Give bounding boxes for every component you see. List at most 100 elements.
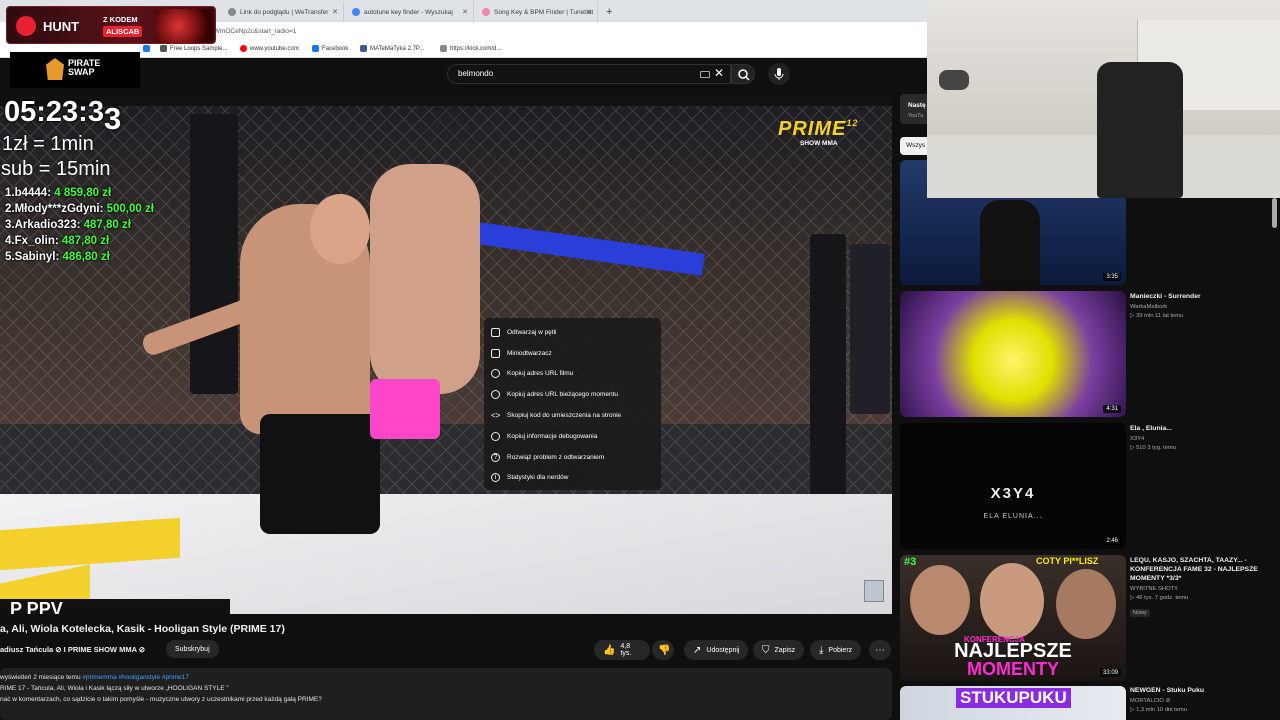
menu-item-debug-info[interactable]: Kopiuj informacje debugowania bbox=[484, 426, 661, 447]
menu-item-embed-code[interactable]: <> Skopiuj kod do umieszczenia na stronie bbox=[484, 405, 661, 426]
youtube-icon bbox=[240, 45, 247, 52]
link-icon bbox=[491, 369, 500, 379]
dislike-button[interactable]: 👎 bbox=[652, 640, 674, 660]
video-duration: 3:35 bbox=[1103, 273, 1121, 281]
bookmark[interactable] bbox=[143, 45, 150, 52]
save-button[interactable]: ⛉ Zapisz bbox=[753, 640, 805, 660]
bookmark[interactable]: MATeMaTyka 2.7P... bbox=[360, 45, 424, 52]
thumbs-down-icon: 👎 bbox=[658, 644, 671, 656]
menu-item-miniplayer[interactable]: Miniodtwarzacz bbox=[484, 343, 661, 364]
hunt-banner: HUNT Z KODEM ALISCAB bbox=[6, 6, 216, 44]
recommendation-thumbnail[interactable]: #3 COTY PI**LISZ KONFERENCJA NAJLEPSZE M… bbox=[900, 555, 1126, 681]
recommendation-thumbnail[interactable]: X3Y4 ELA ELUNIA... 2:46 bbox=[900, 423, 1126, 549]
video-context-menu: Odtwarzaj w pętli Miniodtwarzacz Kopiuj … bbox=[484, 318, 661, 490]
recommendation-title: NEWGEN - Stuku Puku bbox=[1130, 687, 1205, 694]
stream-timer: 05:23:33 bbox=[4, 96, 122, 136]
share-button[interactable]: ↗ Udostępnij bbox=[684, 640, 749, 660]
rate-text: sub = 15min bbox=[1, 158, 111, 180]
scrollbar[interactable] bbox=[1272, 198, 1277, 228]
menu-item-stats-for-nerds[interactable]: i Statystyki dla nerdów bbox=[484, 468, 661, 489]
fighter-shorts bbox=[370, 379, 440, 439]
recommendation-meta[interactable]: Ela , Elunia... X3Y4 ▷ 510 3 tyg. temu bbox=[1130, 424, 1275, 451]
subscribe-button[interactable]: Subskrybuj bbox=[166, 640, 219, 658]
facebook-icon bbox=[143, 45, 150, 52]
recommendation-channel: MORTALCIO ⊘ bbox=[1130, 698, 1171, 704]
browser-tab[interactable]: autotune key finder - Wyszukaj ✕ bbox=[344, 2, 474, 22]
search-box[interactable]: ✕ bbox=[447, 64, 731, 84]
search-icon bbox=[738, 69, 750, 81]
download-button[interactable]: ⤓ Pobierz bbox=[810, 640, 862, 660]
leaderboard-row: 5.Sabinyl: 486,80 zł bbox=[5, 251, 110, 263]
close-tab-icon[interactable]: ✕ bbox=[586, 8, 592, 16]
prime-logo: PRIME12 bbox=[778, 118, 859, 140]
voice-search-button[interactable] bbox=[768, 63, 790, 85]
close-tab-icon[interactable]: ✕ bbox=[332, 8, 338, 16]
video-duration: 33:09 bbox=[1099, 669, 1121, 677]
search-button[interactable] bbox=[731, 64, 755, 84]
hunt-promo-text: Z KODEM bbox=[103, 15, 138, 24]
description-text: nać w komentarzach, co sądzicie o takim … bbox=[0, 696, 322, 703]
cage-post bbox=[810, 234, 846, 514]
fighter-head bbox=[310, 194, 370, 264]
new-tab-button[interactable]: + bbox=[598, 2, 618, 22]
debug-icon bbox=[491, 431, 500, 441]
channel-watermark[interactable] bbox=[864, 580, 884, 602]
recommendation-meta[interactable]: Manieczki - Surrender WarkaMalbork ▷ 39 … bbox=[1130, 292, 1275, 319]
prime-logo-subtitle: SHOW MMA bbox=[800, 140, 838, 147]
video-info: a, Ali, Wiola Kotelecka, Kasik - Hooliga… bbox=[0, 614, 892, 720]
rate-text: 1zł = 1min bbox=[2, 133, 94, 155]
info-icon: i bbox=[491, 473, 500, 483]
mat-text: P PPV bbox=[0, 599, 230, 614]
pirate-swap-logo: PIRATE SWAP bbox=[10, 52, 140, 88]
more-icon: ⋯ bbox=[875, 644, 885, 656]
search-icon bbox=[352, 8, 360, 16]
video-description[interactable]: wyświetleń 2 miesiące temu #primemma #ho… bbox=[0, 668, 892, 720]
more-actions-button[interactable]: ⋯ bbox=[869, 640, 891, 660]
leaderboard-row: 3.Arkadio323: 487,80 zł bbox=[5, 219, 131, 231]
bookmark-icon: ⛉ bbox=[762, 644, 770, 656]
music-icon bbox=[482, 8, 490, 16]
loop-icon bbox=[160, 45, 167, 52]
page-icon bbox=[440, 45, 447, 52]
up-next-header[interactable]: Nastę YouTu bbox=[900, 94, 928, 124]
url-text: /WmOCeNp2c&start_radio=1 bbox=[212, 28, 297, 35]
clear-search-icon[interactable]: ✕ bbox=[714, 66, 724, 80]
hunt-promo-code: ALISCAB bbox=[103, 26, 143, 37]
bookmark[interactable]: Free Loops Sample... bbox=[160, 45, 227, 52]
filter-chip-all[interactable]: Wszys bbox=[900, 137, 928, 155]
browser-tab[interactable]: Link do podglądu | WeTransfer ✕ bbox=[220, 2, 344, 22]
menu-item-copy-url[interactable]: Kopiuj adres URL filmu bbox=[484, 364, 661, 385]
search-input[interactable] bbox=[458, 69, 688, 78]
bookmark[interactable]: www.youtube.com bbox=[240, 45, 299, 52]
miniplayer-icon bbox=[491, 348, 500, 358]
donation-leaderboard: 1.b4444: 4 859,80 zł 2.Młody***zGdyni: 5… bbox=[5, 185, 154, 265]
video-title: a, Ali, Wiola Kotelecka, Kasik - Hooliga… bbox=[0, 623, 285, 635]
description-tags[interactable]: #primemma #hooliganstyle #prime17 bbox=[82, 674, 189, 681]
recommendation-thumbnail[interactable]: 4:31 bbox=[900, 291, 1126, 417]
leaderboard-row: 4.Fx_olin: 487,80 zł bbox=[5, 235, 110, 247]
recommendation-meta[interactable]: LEQU, KASJO, SZACHTA, TAAZY... - KONFERE… bbox=[1130, 556, 1275, 619]
fighter bbox=[370, 164, 480, 394]
keyboard-icon[interactable] bbox=[700, 71, 710, 78]
leaderboard-row: 2.Młody***zGdyni: 500,00 zł bbox=[5, 203, 154, 215]
loop-icon bbox=[491, 327, 500, 337]
close-tab-icon[interactable]: ✕ bbox=[462, 8, 468, 16]
link-icon bbox=[491, 390, 500, 400]
pirate-text: SWAP bbox=[68, 67, 95, 77]
video-duration: 2:46 bbox=[1103, 537, 1121, 545]
hunt-logo-icon bbox=[13, 13, 39, 39]
menu-item-troubleshoot[interactable]: ? Rozwiąż problem z odtwarzaniem bbox=[484, 447, 661, 468]
menu-item-loop[interactable]: Odtwarzaj w pętli bbox=[484, 322, 661, 343]
browser-tab[interactable]: Song Key & BPM Finder | Tunebat ✕ bbox=[474, 2, 598, 22]
globe-icon bbox=[228, 8, 236, 16]
bookmark[interactable]: https://kick.com/d... bbox=[440, 45, 501, 52]
recommendation-thumbnail[interactable]: STUKUPUKU bbox=[900, 686, 1126, 720]
video-player[interactable]: P PPV PRIME12 SHOW MMA bbox=[0, 94, 892, 614]
menu-item-copy-url-time[interactable]: Kopiuj adres URL bieżącego momentu bbox=[484, 384, 661, 405]
leaderboard-row: 1.b4444: 4 859,80 zł bbox=[5, 187, 112, 199]
channel-name[interactable]: adiusz Tańcula ⊘ I PRIME SHOW MMA ⊘ bbox=[0, 645, 145, 654]
bookmark[interactable]: Facebook bbox=[312, 45, 348, 52]
like-button[interactable]: 👍 4,8 tys. bbox=[594, 640, 650, 660]
description-text: RIME 17 - Tańcula, Ali, Wiola i Kasik łą… bbox=[0, 685, 229, 692]
recommendation-meta[interactable]: NEWGEN - Stuku Puku MORTALCIO ⊘ ▷ 1,3 ml… bbox=[1130, 686, 1275, 713]
